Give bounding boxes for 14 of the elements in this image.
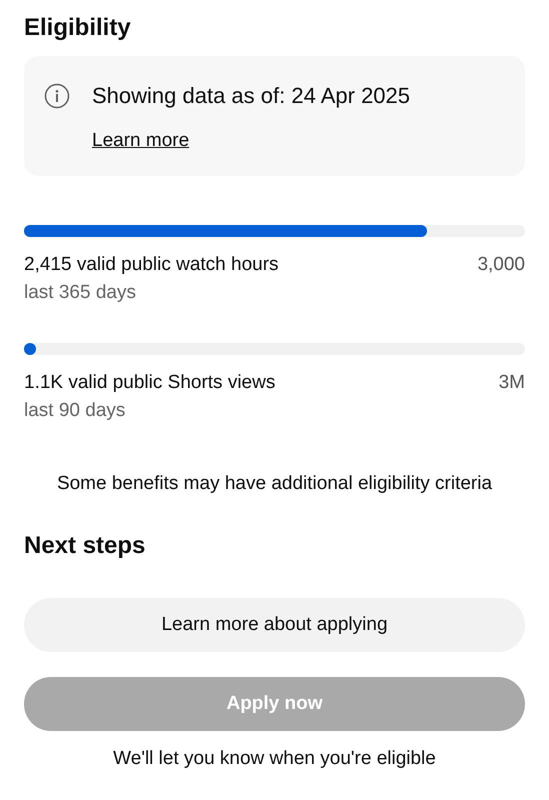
metric-label: 2,415 valid public watch hours xyxy=(24,253,279,277)
info-icon xyxy=(44,83,70,109)
metric-label: 1.1K valid public Shorts views xyxy=(24,371,276,395)
metric-period: last 90 days xyxy=(24,399,126,423)
metric-target: 3M xyxy=(498,371,525,395)
metric-target: 3,000 xyxy=(477,253,525,277)
eligibility-note: Some benefits may have additional eligibility criteria xyxy=(56,472,492,496)
eligibility-message: We'll let you know when you're eligible xyxy=(113,747,436,771)
action-button[interactable]: Learn more about applying xyxy=(24,598,525,652)
metric-period: last 365 days xyxy=(24,281,137,305)
learn-more-link[interactable]: Learn more xyxy=(92,130,190,152)
data-date-text: Showing data as of: 24 Apr 2025 xyxy=(92,82,410,110)
section-title: Eligibility xyxy=(24,13,132,43)
section-title: Next steps xyxy=(24,531,146,561)
